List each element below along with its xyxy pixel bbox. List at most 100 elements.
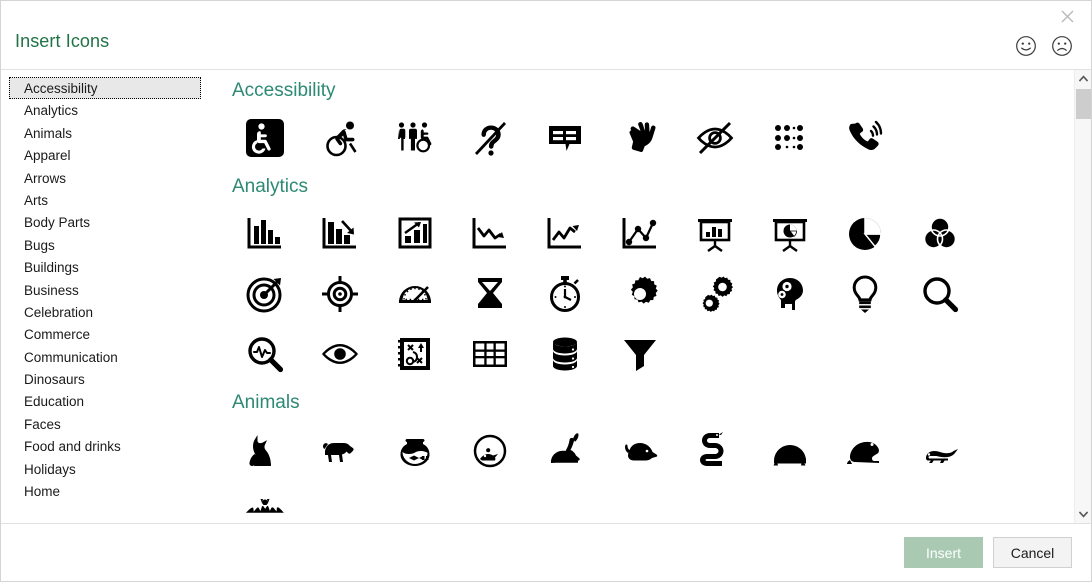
icon-cell[interactable] xyxy=(827,264,902,324)
icon-cell[interactable] xyxy=(527,420,602,480)
icon-cell[interactable] xyxy=(227,324,302,384)
icon-cell[interactable] xyxy=(377,324,452,384)
sidebar-item-label: Business xyxy=(24,282,79,298)
sidebar-item-bugs[interactable]: Bugs xyxy=(9,234,201,256)
sidebar-item-label: Education xyxy=(24,394,85,410)
icon-cell[interactable] xyxy=(827,420,902,480)
smiley-happy-icon[interactable] xyxy=(1015,35,1037,57)
table-grid-icon xyxy=(472,341,507,367)
sidebar-item-analytics[interactable]: Analytics xyxy=(9,99,201,121)
sidebar-item-label: Arrows xyxy=(24,170,67,186)
icon-cell[interactable] xyxy=(452,204,527,264)
sidebar-item-celebration[interactable]: Celebration xyxy=(9,301,201,323)
funnel-filter-icon xyxy=(623,340,656,371)
cancel-button[interactable]: Cancel xyxy=(993,537,1072,568)
icon-cell[interactable] xyxy=(527,108,602,168)
sidebar-item-holidays[interactable]: Holidays xyxy=(9,458,201,480)
sidebar-item-arrows[interactable]: Arrows xyxy=(9,167,201,189)
gallery-scrollbar[interactable] xyxy=(1074,70,1091,523)
icon-cell[interactable] xyxy=(527,324,602,384)
sidebar-item-commerce[interactable]: Commerce xyxy=(9,323,201,345)
sidebar-item-apparel[interactable]: Apparel xyxy=(9,144,201,166)
feedback-group xyxy=(1015,35,1073,57)
icon-cell[interactable] xyxy=(677,204,752,264)
sidebar-item-home[interactable]: Home xyxy=(9,480,201,502)
scrollbar-track[interactable] xyxy=(1075,87,1092,506)
icon-cell[interactable] xyxy=(527,264,602,324)
icon-cell[interactable] xyxy=(827,204,902,264)
sidebar-item-animals[interactable]: Animals xyxy=(9,122,201,144)
icon-cell[interactable] xyxy=(377,264,452,324)
icon-cell[interactable] xyxy=(902,420,977,480)
icon-cell[interactable] xyxy=(602,420,677,480)
icon-cell[interactable] xyxy=(227,204,302,264)
close-icon[interactable] xyxy=(1054,5,1080,27)
sidebar-item-label: Holidays xyxy=(24,461,76,477)
icon-cell[interactable] xyxy=(302,108,377,168)
sidebar-item-label: Celebration xyxy=(24,304,94,320)
sidebar-item-business[interactable]: Business xyxy=(9,279,201,301)
sidebar-item-buildings[interactable]: Buildings xyxy=(9,256,201,278)
icon-cell[interactable] xyxy=(302,204,377,264)
icon-cell[interactable] xyxy=(752,204,827,264)
hourglass-icon xyxy=(477,278,502,308)
icon-cell[interactable] xyxy=(677,264,752,324)
icon-grid-analytics xyxy=(227,204,1042,384)
sidebar-item-label: Home xyxy=(24,484,61,500)
sidebar-item-communication[interactable]: Communication xyxy=(9,346,201,368)
chevron-up-icon xyxy=(1078,75,1088,82)
sidebar-item-education[interactable]: Education xyxy=(9,390,201,412)
pie-chart-icon xyxy=(848,218,882,250)
icon-cell[interactable] xyxy=(377,204,452,264)
sidebar-item-accessibility[interactable]: Accessibility xyxy=(9,77,201,100)
icon-cell[interactable] xyxy=(377,108,452,168)
chevron-down-icon xyxy=(1078,511,1088,518)
icon-cell[interactable] xyxy=(377,420,452,480)
icon-cell[interactable] xyxy=(452,324,527,384)
sidebar-item-body-parts[interactable]: Body Parts xyxy=(9,211,201,233)
icon-cell[interactable] xyxy=(752,108,827,168)
icon-cell[interactable] xyxy=(827,108,902,168)
icon-cell[interactable] xyxy=(602,108,677,168)
sidebar-item-food-and-drinks[interactable]: Food and drinks xyxy=(9,435,201,457)
wheelchair-racer-icon xyxy=(325,121,357,157)
smiley-sad-icon[interactable] xyxy=(1051,35,1073,57)
icon-cell[interactable] xyxy=(227,264,302,324)
category-sidebar[interactable]: Accessibility Analytics Animals Apparel Arro… xyxy=(1,70,209,523)
icon-cell[interactable] xyxy=(227,480,302,523)
icon-cell[interactable] xyxy=(677,108,752,168)
icon-cell[interactable] xyxy=(677,420,752,480)
sidebar-item-faces[interactable]: Faces xyxy=(9,413,201,435)
icon-cell[interactable] xyxy=(752,264,827,324)
sidebar-item-arts[interactable]: Arts xyxy=(9,189,201,211)
icon-cell[interactable] xyxy=(452,108,527,168)
icon-cell[interactable] xyxy=(302,324,377,384)
icon-cell[interactable] xyxy=(527,204,602,264)
target-arrow-icon xyxy=(246,277,281,313)
icon-cell[interactable] xyxy=(602,264,677,324)
icon-cell[interactable] xyxy=(452,420,527,480)
icon-gallery[interactable]: Accessibility Analytics Animals xyxy=(209,70,1091,523)
icon-cell[interactable] xyxy=(227,108,302,168)
gears-icon xyxy=(702,276,733,312)
icon-cell[interactable] xyxy=(227,420,302,480)
hearing-impaired-icon xyxy=(474,122,506,156)
icon-cell[interactable] xyxy=(452,264,527,324)
scroll-down-button[interactable] xyxy=(1075,506,1092,523)
icon-cell[interactable] xyxy=(902,264,977,324)
sidebar-item-dinosaurs[interactable]: Dinosaurs xyxy=(9,368,201,390)
icon-cell[interactable] xyxy=(602,204,677,264)
icon-cell[interactable] xyxy=(302,420,377,480)
sidebar-item-label: Buildings xyxy=(24,260,79,276)
icon-cell[interactable] xyxy=(302,264,377,324)
icon-cell[interactable] xyxy=(902,204,977,264)
scrollbar-thumb[interactable] xyxy=(1075,89,1091,119)
icon-cell[interactable] xyxy=(752,420,827,480)
bar-chart-down-icon xyxy=(322,218,356,249)
lightbulb-icon xyxy=(852,275,877,313)
presentation-bar-chart-icon xyxy=(697,219,732,252)
insert-button[interactable]: Insert xyxy=(904,537,983,568)
scroll-up-button[interactable] xyxy=(1075,70,1092,87)
venn-diagram-icon xyxy=(923,217,956,249)
icon-cell[interactable] xyxy=(602,324,677,384)
